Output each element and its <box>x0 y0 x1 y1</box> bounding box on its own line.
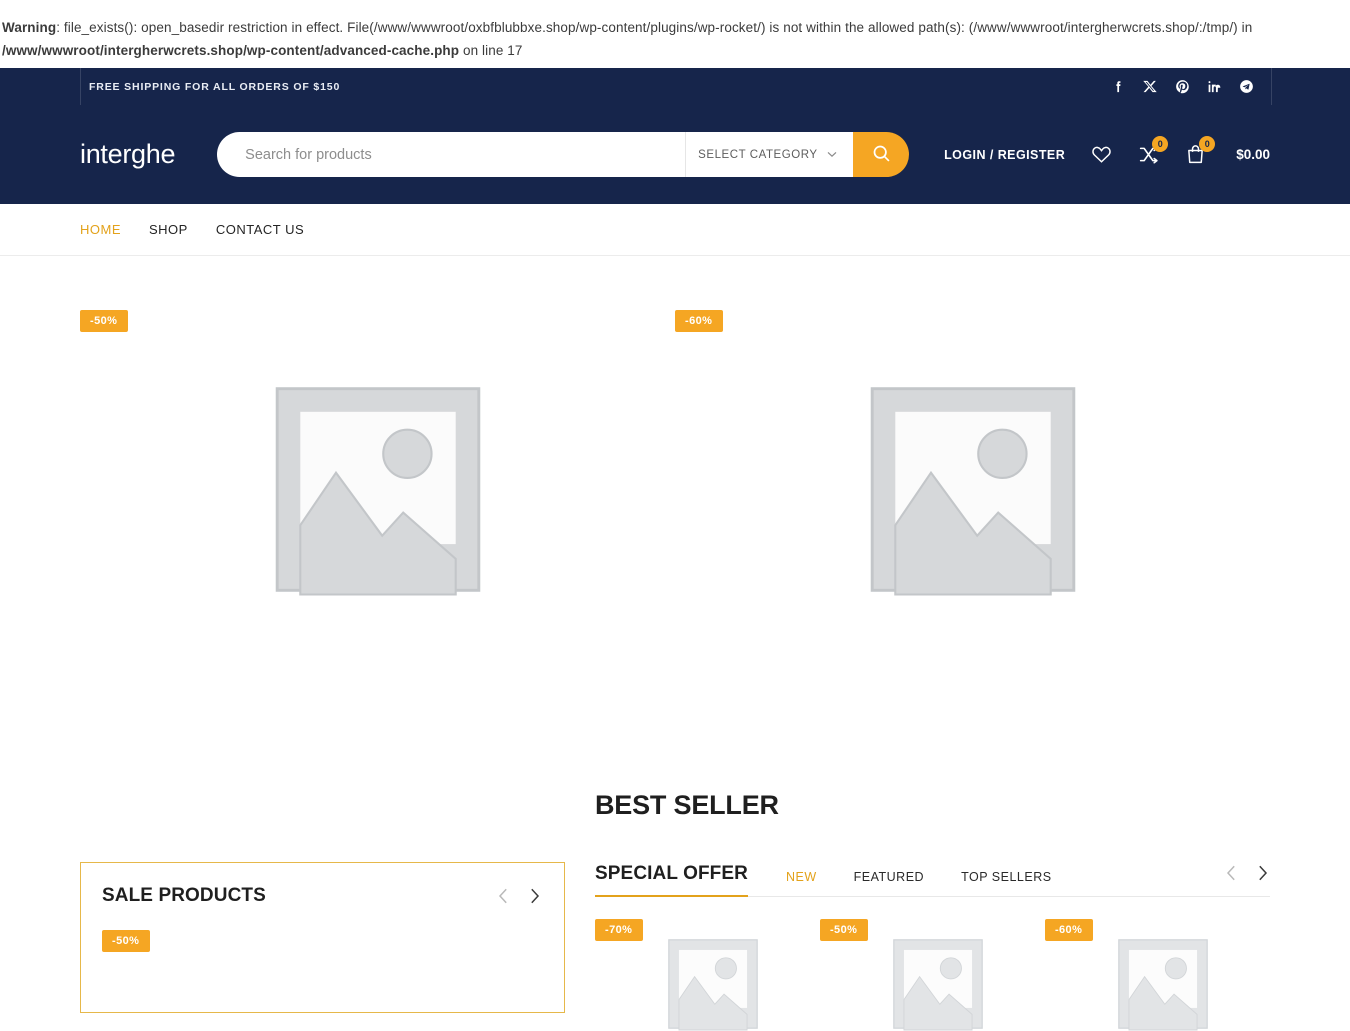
sale-products-title: SALE PRODUCTS <box>102 885 266 906</box>
shipping-note: FREE SHIPPING FOR ALL ORDERS OF $150 <box>89 80 341 93</box>
image-placeholder-icon <box>870 387 1075 596</box>
heart-icon <box>1091 144 1112 165</box>
search-icon <box>872 144 891 166</box>
special-offer-product-grid: -70% -50% -60% <box>595 897 1270 1031</box>
warning-label: Warning <box>2 20 57 35</box>
warning-detail: : file_exists(): open_basedir restrictio… <box>56 20 1253 35</box>
special-offer-tabs: NEW FEATURED TOP SELLERS <box>786 870 1052 886</box>
nav-item-contact-us[interactable]: CONTACT US <box>216 222 304 237</box>
compare-count-badge: 0 <box>1152 136 1169 152</box>
tab-new[interactable]: NEW <box>786 870 817 884</box>
image-placeholder-icon <box>275 387 480 596</box>
nav-item-shop[interactable]: SHOP <box>149 222 188 237</box>
product-thumbnail[interactable] <box>892 937 984 1031</box>
product-thumbnail[interactable] <box>667 937 759 1031</box>
chevron-left-icon[interactable] <box>496 885 511 907</box>
linkedin-icon[interactable] <box>1207 79 1222 94</box>
best-seller-heading: BEST SELLER <box>595 790 779 820</box>
product-thumbnail[interactable] <box>675 382 1270 597</box>
primary-navigation: HOME SHOP CONTACT US <box>0 204 1350 256</box>
sale-badge: -60% <box>675 310 724 332</box>
chevron-right-icon[interactable] <box>527 885 542 907</box>
product-thumbnail[interactable] <box>1117 937 1209 1031</box>
warning-line: on line 17 <box>459 43 523 58</box>
special-offer-header: SPECIAL OFFER NEW FEATURED TOP SELLERS <box>595 862 1270 897</box>
search-submit-button[interactable] <box>853 132 910 177</box>
pinterest-icon[interactable] <box>1175 79 1190 94</box>
tab-featured[interactable]: FEATURED <box>854 870 924 884</box>
product-card[interactable]: -50% <box>819 919 1045 1031</box>
sale-badge: -50% <box>102 930 151 952</box>
product-card[interactable]: -70% <box>595 919 820 1031</box>
image-placeholder-icon <box>893 939 983 1031</box>
category-select-label: SELECT CATEGORY <box>698 148 818 161</box>
product-card[interactable]: -60% <box>1044 919 1270 1031</box>
nav-item-home[interactable]: HOME <box>80 222 121 237</box>
chevron-right-icon[interactable] <box>1255 862 1270 884</box>
chevron-left-icon[interactable] <box>1224 862 1239 884</box>
sale-badge: -50% <box>819 919 869 941</box>
login-register-link[interactable]: LOGIN / REGISTER <box>944 148 1065 162</box>
x-twitter-icon[interactable] <box>1143 79 1158 94</box>
header-actions: LOGIN / REGISTER 0 0 $0.00 <box>944 136 1270 165</box>
cart-count-badge: 0 <box>1199 136 1216 152</box>
image-placeholder-icon <box>668 939 758 1031</box>
top-announcement-bar: FREE SHIPPING FOR ALL ORDERS OF $150 <box>0 68 1350 105</box>
product-search-form: SELECT CATEGORY <box>217 132 910 177</box>
php-warning-message: Warning: file_exists(): open_basedir res… <box>0 0 1350 68</box>
sale-badge: -70% <box>595 919 644 941</box>
product-card[interactable]: -50% <box>80 310 675 756</box>
sale-badge: -50% <box>80 310 129 332</box>
cart-total[interactable]: $0.00 <box>1236 147 1270 162</box>
telegram-icon[interactable] <box>1239 79 1254 94</box>
site-logo[interactable]: interghe <box>80 139 175 170</box>
compare-button[interactable]: 0 <box>1138 136 1169 165</box>
image-placeholder-icon <box>1118 939 1208 1031</box>
tab-top-sellers[interactable]: TOP SELLERS <box>961 870 1052 884</box>
product-card[interactable]: -60% <box>675 310 1270 756</box>
special-offer-panel: SPECIAL OFFER NEW FEATURED TOP SELLERS -… <box>595 862 1270 1031</box>
facebook-icon[interactable] <box>1111 79 1126 94</box>
chevron-down-icon <box>827 149 837 161</box>
sale-panel-header: SALE PRODUCTS <box>102 885 542 907</box>
product-thumbnail[interactable] <box>80 382 675 597</box>
wishlist-button[interactable] <box>1091 144 1112 165</box>
sale-products-panel: SALE PRODUCTS -50% <box>80 862 565 1013</box>
special-offer-title: SPECIAL OFFER <box>595 863 748 897</box>
social-links <box>1111 79 1254 94</box>
cart-button[interactable]: 0 <box>1185 136 1216 165</box>
site-header: interghe SELECT CATEGORY LOGIN / REGISTE… <box>0 105 1350 204</box>
hero-product-grid: -50% -60% <box>0 256 1350 756</box>
warning-path: /www/wwwroot/intergherwcrets.shop/wp-con… <box>2 43 460 58</box>
category-select[interactable]: SELECT CATEGORY <box>685 132 854 177</box>
sale-products-list: -50% <box>102 907 542 952</box>
lower-sections: SALE PRODUCTS -50% SPECIAL OFFER NEW FEA… <box>0 862 1350 1031</box>
search-input[interactable] <box>217 132 686 177</box>
sale-badge: -60% <box>1044 919 1094 941</box>
sale-carousel-nav <box>496 885 542 907</box>
special-offer-carousel-nav <box>1224 862 1270 886</box>
